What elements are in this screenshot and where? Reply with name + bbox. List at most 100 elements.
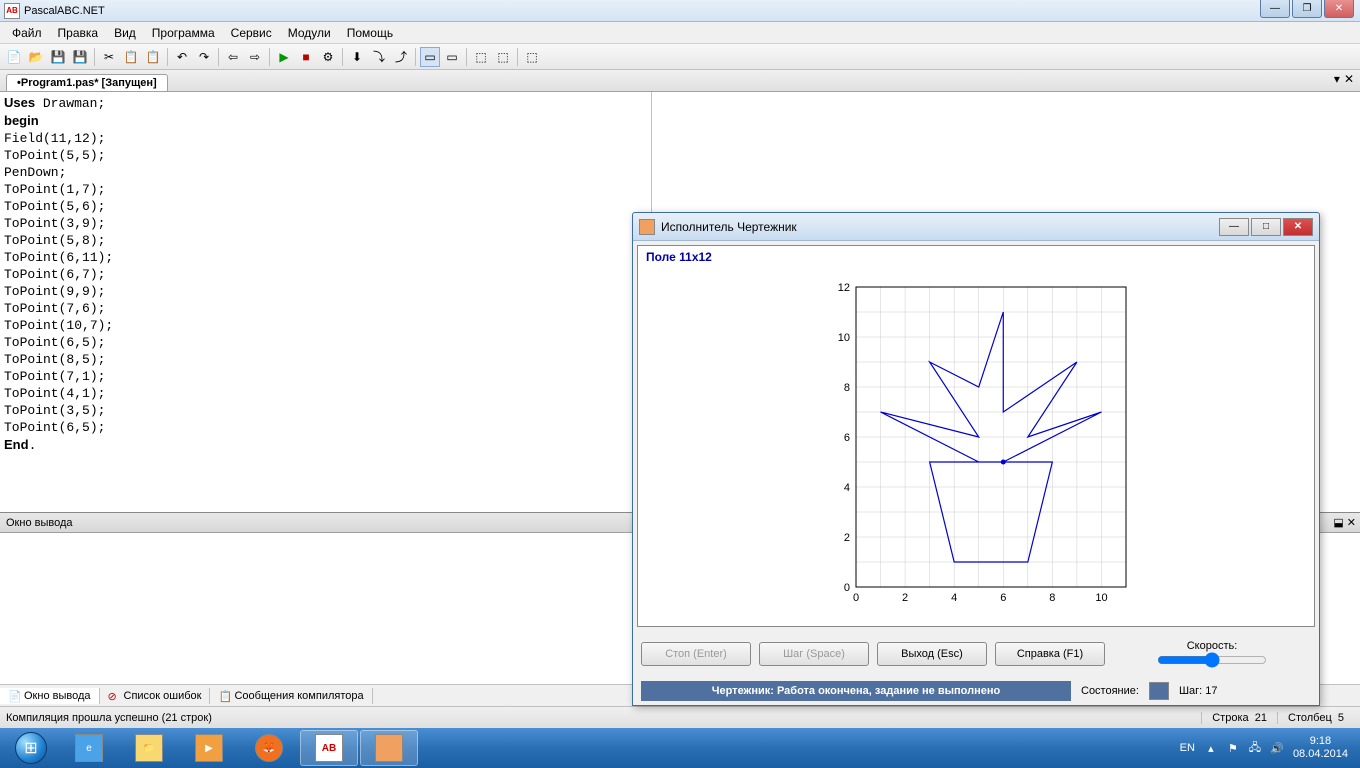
tray-volume-icon[interactable]: 🔊 bbox=[1269, 740, 1285, 756]
task-pascalabc[interactable]: AB bbox=[300, 730, 358, 766]
redo-icon[interactable]: ↷ bbox=[194, 47, 214, 67]
copy-icon[interactable]: 📋 bbox=[121, 47, 141, 67]
new-file-icon[interactable]: 📄 bbox=[4, 47, 24, 67]
drawman-state-label: Состояние: bbox=[1081, 685, 1139, 697]
drawman-chart: 0 2 4 6 8 10 0 2 4 6 8 10 12 bbox=[816, 277, 1136, 617]
drawman-app-icon bbox=[639, 219, 655, 235]
drawman-maximize-button[interactable]: □ bbox=[1251, 218, 1281, 236]
step-into-icon[interactable]: ⬇ bbox=[347, 47, 367, 67]
tool-icon-2[interactable]: ⬚ bbox=[493, 47, 513, 67]
clock[interactable]: 9:18 08.04.2014 bbox=[1293, 735, 1348, 761]
menu-edit[interactable]: Правка bbox=[50, 24, 107, 42]
step-out-icon[interactable]: ⤴ bbox=[391, 47, 411, 67]
svg-text:2: 2 bbox=[844, 532, 850, 544]
svg-text:6: 6 bbox=[844, 432, 850, 444]
output-tab-output[interactable]: 📄 Окно вывода bbox=[0, 688, 100, 704]
svg-text:0: 0 bbox=[844, 582, 850, 594]
tool-icon-3[interactable]: ⬚ bbox=[522, 47, 542, 67]
step-over-icon[interactable]: ⤵ bbox=[369, 47, 389, 67]
paste-icon[interactable]: 📋 bbox=[143, 47, 163, 67]
titlebar: AB PascalABC.NET — ❐ ✕ bbox=[0, 0, 1360, 22]
drawman-titlebar[interactable]: Исполнитель Чертежник — □ ✕ bbox=[633, 213, 1319, 241]
panel-icon-2[interactable]: ▭ bbox=[442, 47, 462, 67]
menu-service[interactable]: Сервис bbox=[223, 24, 280, 42]
svg-text:10: 10 bbox=[1095, 592, 1107, 604]
errors-tab-icon: ⊘ bbox=[108, 690, 120, 702]
menu-file[interactable]: Файл bbox=[4, 24, 50, 42]
app-icon: AB bbox=[4, 3, 20, 19]
svg-text:4: 4 bbox=[844, 482, 850, 494]
menu-help[interactable]: Помощь bbox=[339, 24, 401, 42]
task-media[interactable]: ▶ bbox=[180, 730, 238, 766]
lang-indicator[interactable]: EN bbox=[1180, 742, 1195, 754]
menu-modules[interactable]: Модули bbox=[280, 24, 339, 42]
editor-tab[interactable]: •Program1.pas* [Запущен] bbox=[6, 74, 168, 91]
minimize-button[interactable]: — bbox=[1260, 0, 1290, 18]
pin-icon[interactable]: ⬓ bbox=[1333, 516, 1343, 529]
tabbar-close-icon[interactable]: ✕ bbox=[1344, 72, 1354, 86]
maximize-button[interactable]: ❐ bbox=[1292, 0, 1322, 18]
drawman-stop-button[interactable]: Стоп (Enter) bbox=[641, 642, 751, 666]
drawman-step-button[interactable]: Шаг (Space) bbox=[759, 642, 869, 666]
systray: EN ▴ ⚑ 🖧 🔊 9:18 08.04.2014 bbox=[1180, 735, 1356, 761]
drawman-state-box bbox=[1149, 682, 1169, 700]
output-close-icon[interactable]: ✕ bbox=[1347, 516, 1356, 529]
svg-text:4: 4 bbox=[951, 592, 957, 604]
task-explorer[interactable]: 📁 bbox=[120, 730, 178, 766]
status-line: Строка 21 bbox=[1201, 712, 1277, 724]
drawman-speed-label: Скорость: bbox=[1187, 640, 1238, 652]
drawman-window: Исполнитель Чертежник — □ ✕ Поле 11x12 0… bbox=[632, 212, 1320, 706]
svg-text:8: 8 bbox=[844, 382, 850, 394]
drawman-close-button[interactable]: ✕ bbox=[1283, 218, 1313, 236]
task-ie[interactable]: e bbox=[60, 730, 118, 766]
svg-text:6: 6 bbox=[1000, 592, 1006, 604]
compiler-tab-icon: 📋 bbox=[218, 690, 230, 702]
save-all-icon[interactable]: 💾 bbox=[70, 47, 90, 67]
menu-view[interactable]: Вид bbox=[106, 24, 144, 42]
start-button[interactable]: ⊞ bbox=[4, 730, 58, 766]
status-compile: Компиляция прошла успешно (21 строк) bbox=[6, 712, 212, 724]
run-icon[interactable]: ▶ bbox=[274, 47, 294, 67]
panel-icon-1[interactable]: ▭ bbox=[420, 47, 440, 67]
menubar: Файл Правка Вид Программа Сервис Модули … bbox=[0, 22, 1360, 44]
tray-flag-icon[interactable]: ⚑ bbox=[1225, 740, 1241, 756]
nav-back-icon[interactable]: ⇦ bbox=[223, 47, 243, 67]
output-tab-errors[interactable]: ⊘ Список ошибок bbox=[100, 688, 211, 704]
task-firefox[interactable]: 🦊 bbox=[240, 730, 298, 766]
menu-program[interactable]: Программа bbox=[144, 24, 223, 42]
task-drawman[interactable] bbox=[360, 730, 418, 766]
tray-network-icon[interactable]: 🖧 bbox=[1247, 740, 1263, 756]
tabbar-dropdown-icon[interactable]: ▾ bbox=[1334, 72, 1340, 86]
code-editor[interactable]: Uses Drawman; begin Field(11,12); ToPoin… bbox=[0, 92, 652, 512]
taskbar: ⊞ e 📁 ▶ 🦊 AB EN ▴ ⚑ 🖧 🔊 9:18 08.04.2014 bbox=[0, 728, 1360, 768]
undo-icon[interactable]: ↶ bbox=[172, 47, 192, 67]
nav-fwd-icon[interactable]: ⇨ bbox=[245, 47, 265, 67]
statusbar: Компиляция прошла успешно (21 строк) Стр… bbox=[0, 706, 1360, 728]
svg-text:8: 8 bbox=[1049, 592, 1055, 604]
drawman-status: Чертежник: Работа окончена, задание не в… bbox=[633, 677, 1319, 705]
drawman-speed-slider[interactable] bbox=[1157, 652, 1267, 668]
save-icon[interactable]: 💾 bbox=[48, 47, 68, 67]
drawman-controls: Стоп (Enter) Шаг (Space) Выход (Esc) Спр… bbox=[633, 631, 1319, 677]
drawman-field-label: Поле 11x12 bbox=[638, 246, 1314, 268]
compile-icon[interactable]: ⚙ bbox=[318, 47, 338, 67]
svg-text:2: 2 bbox=[902, 592, 908, 604]
tray-arrow-icon[interactable]: ▴ bbox=[1203, 740, 1219, 756]
drawman-exit-button[interactable]: Выход (Esc) bbox=[877, 642, 987, 666]
tabbar: •Program1.pas* [Запущен] ▾ ✕ bbox=[0, 70, 1360, 92]
cut-icon[interactable]: ✂ bbox=[99, 47, 119, 67]
svg-text:12: 12 bbox=[838, 282, 850, 294]
status-col: Столбец 5 bbox=[1277, 712, 1354, 724]
tool-icon-1[interactable]: ⬚ bbox=[471, 47, 491, 67]
drawman-help-button[interactable]: Справка (F1) bbox=[995, 642, 1105, 666]
drawman-canvas-area: 0 2 4 6 8 10 0 2 4 6 8 10 12 bbox=[638, 268, 1314, 626]
toolbar: 📄 📂 💾 💾 ✂ 📋 📋 ↶ ↷ ⇦ ⇨ ▶ ■ ⚙ ⬇ ⤵ ⤴ ▭ ▭ ⬚ … bbox=[0, 44, 1360, 70]
close-button[interactable]: ✕ bbox=[1324, 0, 1354, 18]
svg-text:10: 10 bbox=[838, 332, 850, 344]
window-title: PascalABC.NET bbox=[24, 5, 105, 17]
stop-icon[interactable]: ■ bbox=[296, 47, 316, 67]
drawman-minimize-button[interactable]: — bbox=[1219, 218, 1249, 236]
svg-text:0: 0 bbox=[853, 592, 859, 604]
open-file-icon[interactable]: 📂 bbox=[26, 47, 46, 67]
output-tab-compiler[interactable]: 📋 Сообщения компилятора bbox=[210, 688, 372, 704]
